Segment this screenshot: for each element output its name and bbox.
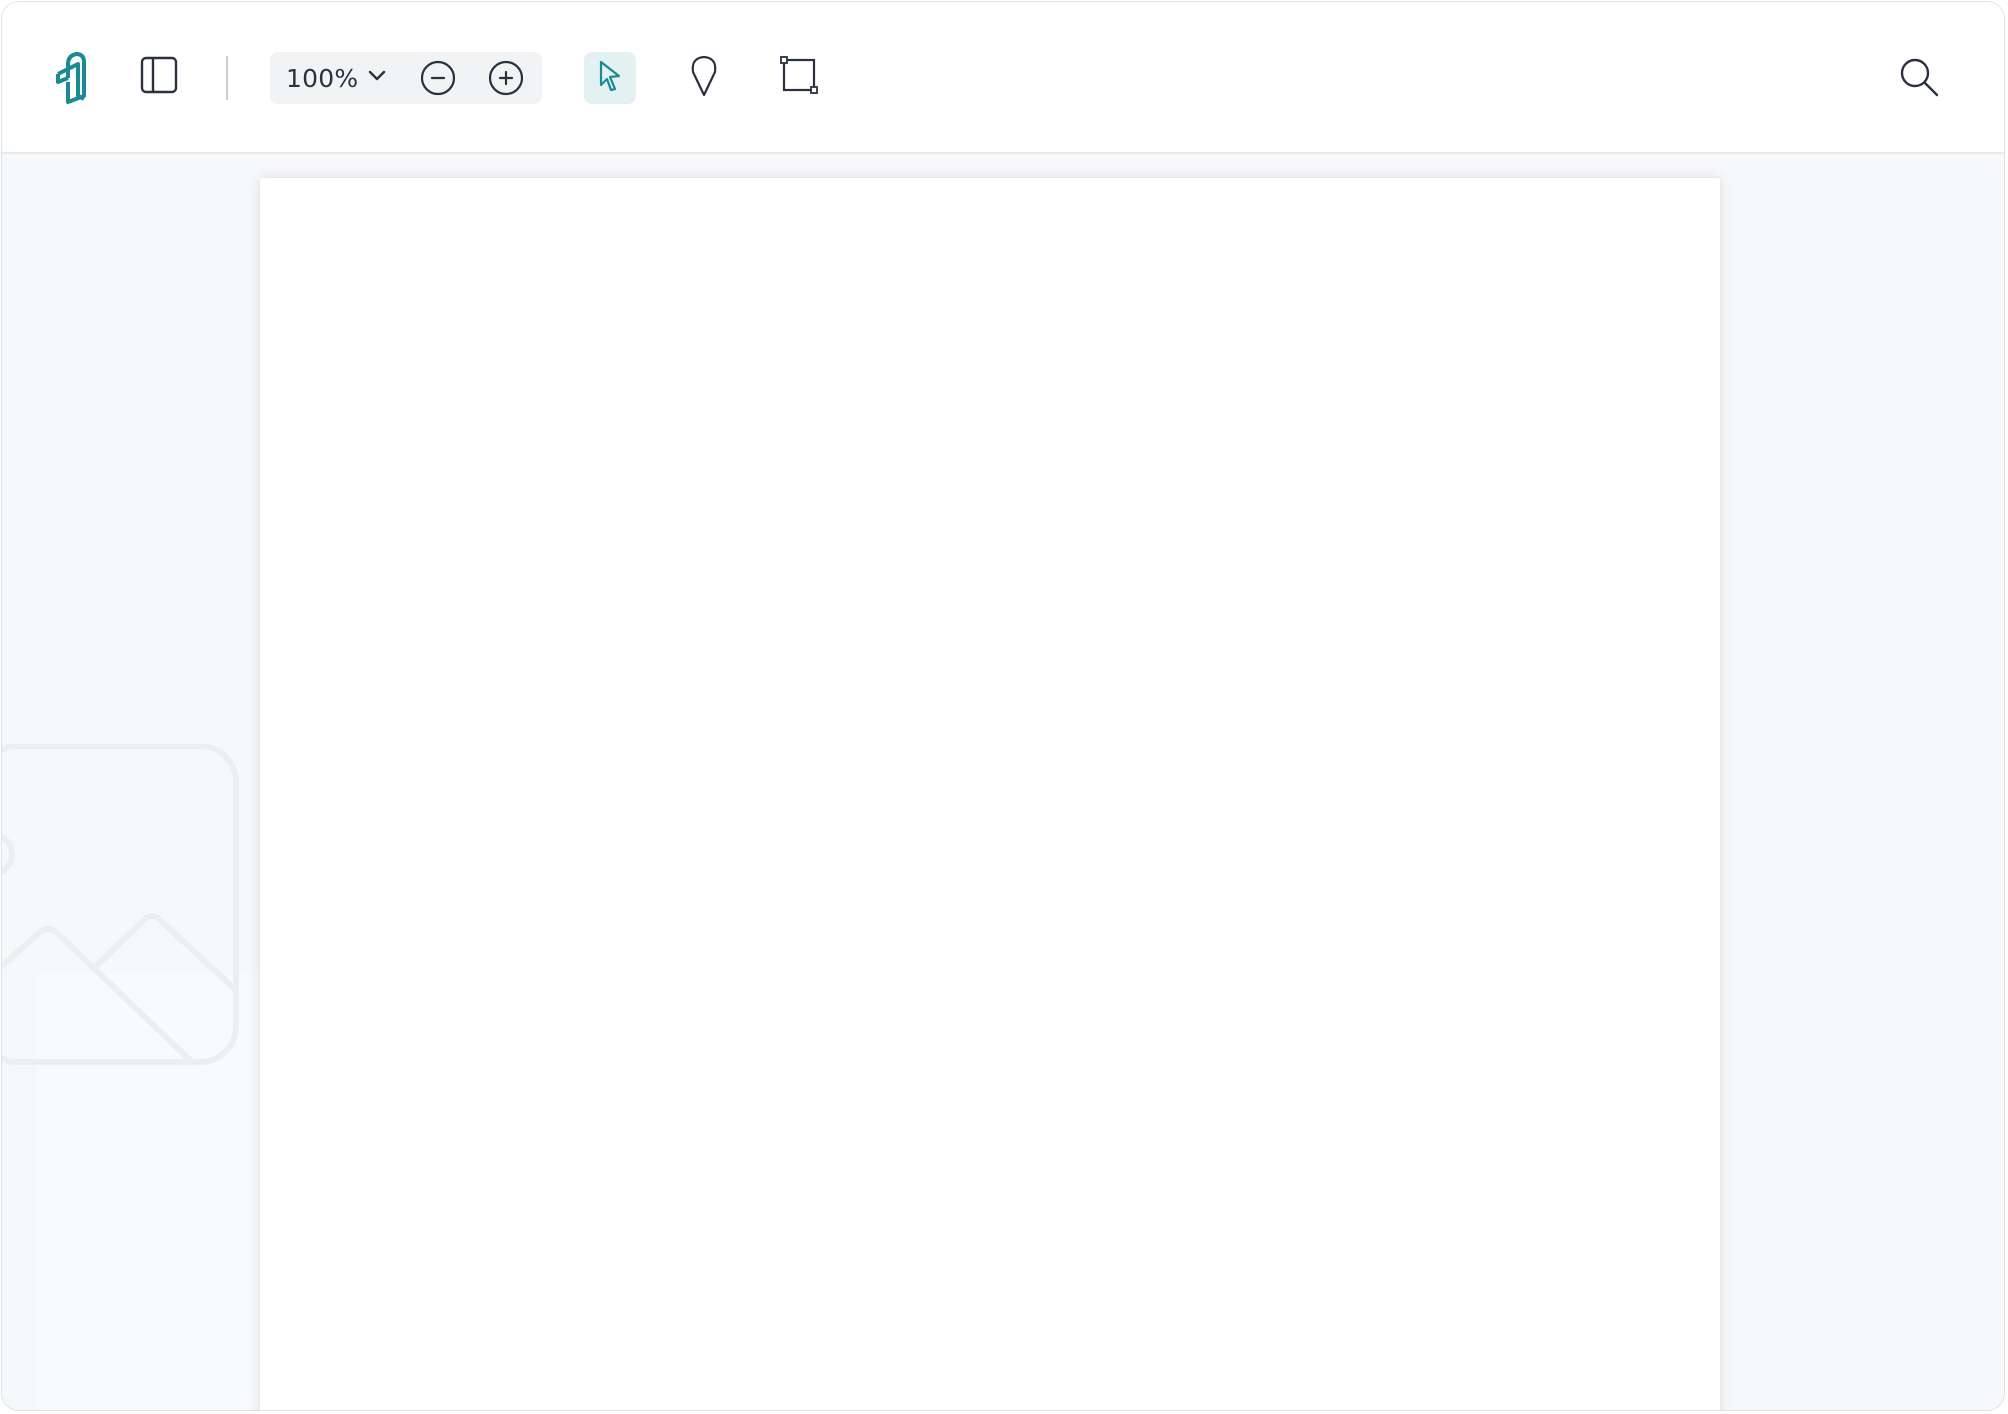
sidebar-panel-icon xyxy=(140,56,178,99)
zoom-out-icon xyxy=(420,60,456,100)
toolbar-divider xyxy=(226,56,228,100)
image-placeholder-icon xyxy=(2,743,242,1074)
document-page[interactable] xyxy=(260,178,1720,1410)
crop-tool-button[interactable] xyxy=(776,54,824,102)
app-window: 100% xyxy=(1,1,2005,1411)
zoom-out-button[interactable] xyxy=(420,60,456,96)
crop-icon xyxy=(780,55,820,101)
search-icon xyxy=(1898,56,1940,103)
document-canvas[interactable] xyxy=(2,154,2004,1410)
zoom-in-button[interactable] xyxy=(488,60,524,96)
zoom-in-icon xyxy=(488,60,524,100)
pointer-icon xyxy=(595,59,625,98)
pin-tool-button[interactable] xyxy=(684,52,724,104)
search-button[interactable] xyxy=(1894,54,1944,104)
select-tool-button[interactable] xyxy=(584,52,636,104)
zoom-level-value: 100% xyxy=(286,63,359,93)
app-logo-icon xyxy=(54,52,98,104)
toolbar: 100% xyxy=(2,2,2004,154)
chevron-down-icon xyxy=(368,69,386,87)
zoom-controls: 100% xyxy=(270,52,542,104)
zoom-level-dropdown[interactable]: 100% xyxy=(286,60,386,96)
map-pin-icon xyxy=(689,55,719,102)
sidebar-toggle-button[interactable] xyxy=(138,56,180,98)
